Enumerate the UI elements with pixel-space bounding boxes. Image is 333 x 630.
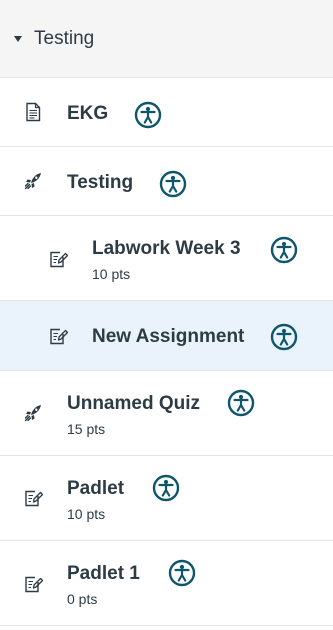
- item-title[interactable]: New Assignment: [92, 326, 244, 348]
- item-title[interactable]: Labwork Week 3: [92, 238, 241, 260]
- quiz-rocket-icon: [23, 171, 43, 191]
- caret-down-icon[interactable]: [14, 36, 22, 42]
- accessibility-icon[interactable]: [227, 389, 255, 417]
- item-title[interactable]: Unnamed Quiz: [67, 393, 200, 415]
- accessibility-icon[interactable]: [134, 101, 162, 129]
- assignment-icon: [23, 487, 43, 507]
- quiz-rocket-icon: [23, 403, 43, 423]
- module-item-labwork-week-3[interactable]: Labwork Week 3 10 pts: [0, 216, 333, 301]
- accessibility-icon[interactable]: [168, 559, 196, 587]
- item-title[interactable]: EKG: [67, 103, 108, 125]
- module-header[interactable]: Testing: [0, 0, 333, 78]
- accessibility-icon[interactable]: [159, 170, 187, 198]
- item-points: 0 pts: [67, 591, 98, 607]
- assignment-icon: [48, 248, 68, 268]
- item-points: 15 pts: [67, 421, 106, 437]
- module-title: Testing: [34, 28, 95, 49]
- module-item-padlet[interactable]: Padlet 10 pts: [0, 456, 333, 541]
- accessibility-icon[interactable]: [152, 474, 180, 502]
- item-title[interactable]: Padlet: [67, 478, 124, 500]
- item-title[interactable]: Padlet 1: [67, 563, 140, 585]
- module-item-unnamed-quiz[interactable]: Unnamed Quiz 15 pts: [0, 371, 333, 456]
- item-points: 10 pts: [67, 506, 106, 522]
- page-icon: [23, 102, 43, 122]
- accessibility-icon[interactable]: [270, 323, 298, 351]
- accessibility-icon[interactable]: [270, 236, 298, 264]
- item-points: 10 pts: [92, 266, 131, 282]
- module-item-new-assignment[interactable]: New Assignment: [0, 301, 333, 371]
- module-item-ekg[interactable]: EKG: [0, 78, 333, 147]
- assignment-icon: [48, 325, 68, 345]
- module-item-testing[interactable]: Testing: [0, 147, 333, 216]
- item-title[interactable]: Testing: [67, 172, 133, 194]
- module-item-padlet-1[interactable]: Padlet 1 0 pts: [0, 541, 333, 626]
- assignment-icon: [23, 573, 43, 593]
